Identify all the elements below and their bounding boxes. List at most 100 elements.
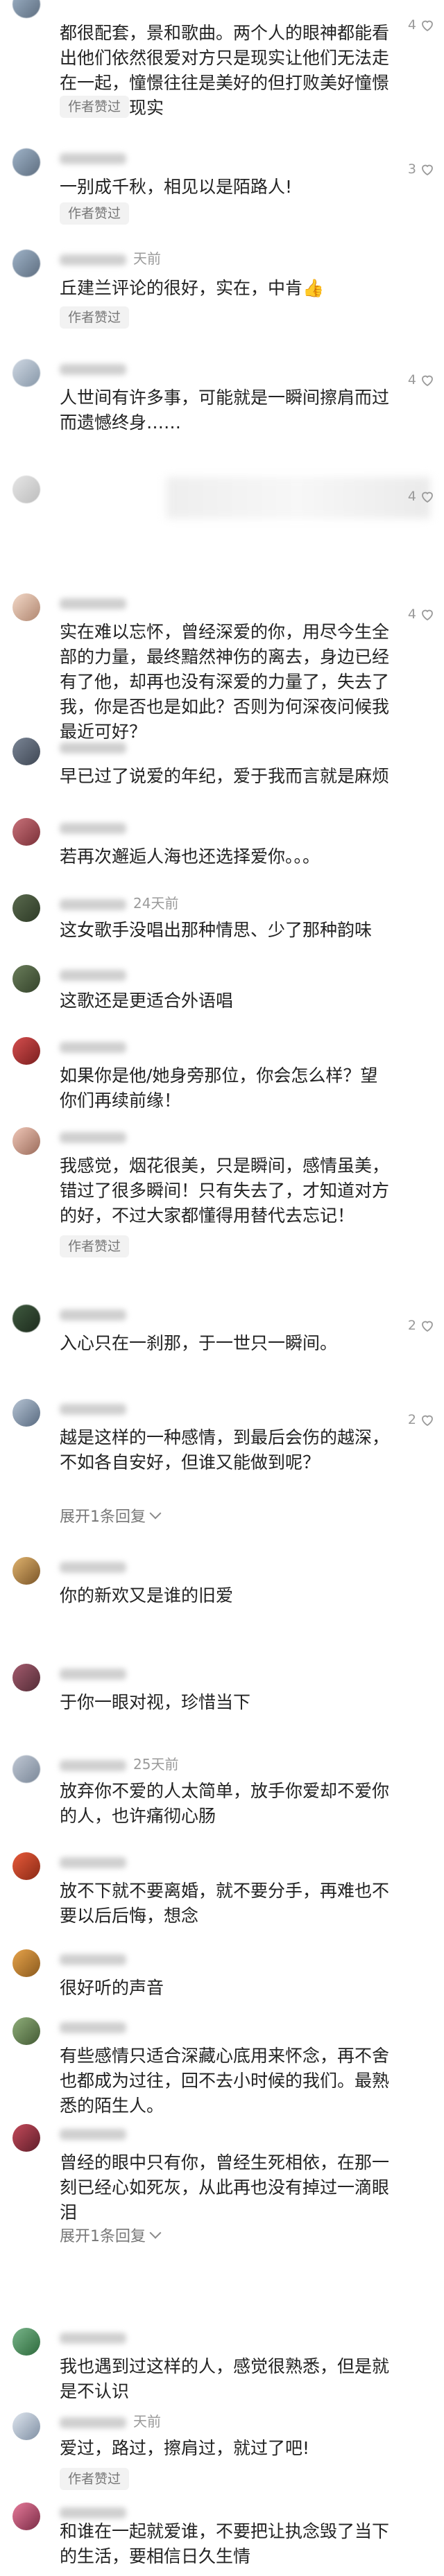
avatar[interactable]	[12, 1399, 40, 1427]
like-count: 4	[407, 489, 416, 504]
author-liked-badge: 作者赞过	[60, 202, 130, 225]
comment-text: 早已过了说爱的年纪，爱于我而言就是麻烦	[60, 766, 390, 786]
author-liked-badge: 作者赞过	[60, 96, 130, 118]
avatar[interactable]	[12, 148, 40, 176]
author-liked-badge: 作者赞过	[60, 1235, 130, 1257]
avatar[interactable]	[12, 2017, 40, 2045]
comment-meta	[60, 1949, 133, 1967]
like-button[interactable]: 4	[408, 369, 436, 391]
avatar[interactable]	[12, 894, 40, 922]
expand-replies-button[interactable]: 展开1条回复	[60, 1504, 162, 1526]
like-count: 2	[407, 1412, 416, 1427]
comment-meta	[60, 2017, 133, 2035]
chevron-down-icon	[149, 1507, 162, 1520]
comment-meta	[60, 1305, 133, 1323]
avatar[interactable]	[12, 738, 40, 765]
comment-text: 爱过，路过，擦肩过，就过了吧!	[60, 2438, 310, 2458]
comment-meta	[60, 359, 133, 377]
like-count: 4	[407, 372, 416, 388]
comment-text: 很好听的声音	[60, 1978, 164, 1998]
comment-item: 这歌还是更适合外语唱	[0, 961, 444, 1019]
comment-thread: 都很配套，景和歌曲。两个人的眼神都能看出他们依然很爱对方只是现实让他们无法走在一…	[0, 0, 444, 2576]
like-button[interactable]: 4	[408, 14, 436, 36]
expand-replies-label: 展开1条回复	[60, 1508, 146, 1526]
avatar[interactable]	[12, 1127, 40, 1155]
like-count: 3	[407, 162, 416, 177]
avatar[interactable]	[12, 818, 40, 846]
comment-meta	[60, 1399, 133, 1417]
avatar[interactable]	[12, 1305, 40, 1332]
comment-text: 我感觉，烟花很美，只是瞬间，感情虽美，错过了很多瞬间！只有失去了，才知道对方的好…	[60, 1156, 390, 1226]
comment-meta	[60, 1557, 133, 1575]
like-button[interactable]: 2	[408, 1409, 436, 1431]
like-button[interactable]: 2	[408, 1314, 436, 1337]
expand-replies-label: 展开1条回复	[60, 2228, 146, 2245]
comment-text: 你的新欢又是谁的旧爱	[60, 1585, 234, 1605]
comment-text: 如果你是他/她身旁那位，你会怎么样？望你们再续前缘！	[60, 1065, 378, 1111]
like-count: 4	[407, 17, 416, 33]
comment-item: 早已过了说爱的年纪，爱于我而言就是麻烦	[0, 733, 444, 796]
avatar[interactable]	[12, 2503, 40, 2530]
comment-item: 若再次邂逅人海也还选择爱你。。。	[0, 814, 444, 876]
like-count: 2	[407, 1318, 416, 1333]
like-button[interactable]: 3	[408, 158, 436, 180]
comment-text: 有些感情只适合深藏心底用来怀念，再不舍也都成为过往，回不去小时候的我们。最熟悉的…	[60, 2046, 390, 2116]
comment-item: 一别成千秋，相见以是陌路人! 作者赞过 3	[0, 144, 444, 227]
like-button[interactable]: 4	[408, 485, 436, 507]
comment-item: 很好听的声音	[0, 1945, 444, 2003]
comment-meta	[60, 1037, 133, 1055]
comment-item: 有些感情只适合深藏心底用来怀念，再不舍也都成为过往，回不去小时候的我们。最熟悉的…	[0, 2013, 444, 2116]
comment-item: 实在难以忘怀，曾经深爱的你，用尽今生全部的力量，最终黯然神伤的离去，身边已经有了…	[0, 589, 444, 742]
author-liked-badge: 作者赞过	[60, 306, 130, 329]
heart-outline-icon	[422, 375, 433, 387]
heart-outline-icon	[422, 1415, 433, 1427]
chevron-down-icon	[149, 2227, 162, 2239]
comment-item: 天前 爱过，路过，擦肩过，就过了吧! 作者赞过	[0, 2408, 444, 2498]
comment-meta	[60, 2328, 133, 2346]
comment-text: 这女歌手没唱出那种情思、少了那种韵味	[60, 920, 373, 940]
comment-item: 我感觉，烟花很美，只是瞬间，感情虽美，错过了很多瞬间！只有失去了，才知道对方的好…	[0, 1123, 444, 1269]
comment-meta	[60, 818, 133, 836]
comment-item: 人世间有许多事，可能就是一瞬间擦肩而过而遗憾终身…… 4	[0, 355, 444, 445]
comment-text: 人世间有许多事，可能就是一瞬间擦肩而过而遗憾终身……	[60, 388, 390, 433]
like-button[interactable]: 4	[408, 603, 436, 625]
heart-outline-icon	[422, 20, 433, 32]
avatar[interactable]	[12, 476, 40, 503]
avatar[interactable]	[12, 965, 40, 993]
like-count: 4	[407, 607, 416, 622]
expand-replies-button[interactable]: 展开1条回复	[60, 2224, 162, 2246]
comment-meta	[60, 1852, 133, 1870]
comment-text: 放弃你不爱的人太简单，放手你爱却不爱你的人，也许痛彻心肠	[60, 1781, 390, 1826]
comment-meta	[60, 1127, 133, 1145]
avatar[interactable]	[12, 1949, 40, 1977]
avatar[interactable]	[12, 250, 40, 277]
avatar[interactable]	[12, 2412, 40, 2440]
comment-text: 若再次邂逅人海也还选择爱你。。。	[60, 846, 321, 867]
comment-meta: 24天前	[60, 894, 178, 912]
comment-text: 和谁在一起就爱谁，不要把让执念毁了当下的生活，要相信日久生情	[60, 2521, 390, 2566]
comment-item: 24天前 这女歌手没唱出那种情思、少了那种韵味	[0, 890, 444, 948]
avatar[interactable]	[12, 1557, 40, 1585]
comment-text: 入心只在一刹那，于一世只一瞬间。	[60, 1333, 338, 1353]
comment-meta	[60, 593, 133, 611]
avatar[interactable]	[12, 1755, 40, 1783]
comment-text: 越是这样的一种感情，到最后会伤的越深，不如各自安好，但谁又能做到呢？	[60, 1427, 390, 1472]
author-liked-badge: 作者赞过	[60, 2468, 130, 2490]
comment-item: 和谁在一起就爱谁，不要把让执念毁了当下的生活，要相信日久生情	[0, 2498, 444, 2576]
comment-item: 放不下就不要离婚，就不要分手，再难也不要以后后悔，想念	[0, 1848, 444, 1931]
comment-text: 一别成千秋，相见以是陌路人!	[60, 177, 293, 197]
avatar[interactable]	[12, 2328, 40, 2356]
comment-meta: 25天前	[60, 1755, 178, 1773]
avatar[interactable]	[12, 2124, 40, 2152]
avatar[interactable]	[12, 1664, 40, 1691]
blurred-content	[166, 477, 430, 519]
avatar[interactable]	[12, 359, 40, 387]
avatar[interactable]	[12, 0, 40, 18]
avatar[interactable]	[12, 593, 40, 621]
comment-text: 实在难以忘怀，曾经深爱的你，用尽今生全部的力量，最终黯然神伤的离去，身边已经有了…	[60, 622, 390, 742]
heart-outline-icon	[422, 164, 433, 176]
avatar[interactable]	[12, 1852, 40, 1880]
comment-item: 入心只在一刹那，于一世只一瞬间。 2	[0, 1300, 444, 1363]
avatar[interactable]	[12, 1037, 40, 1065]
comment-item: 于你一眼对视，珍惜当下	[0, 1660, 444, 1722]
